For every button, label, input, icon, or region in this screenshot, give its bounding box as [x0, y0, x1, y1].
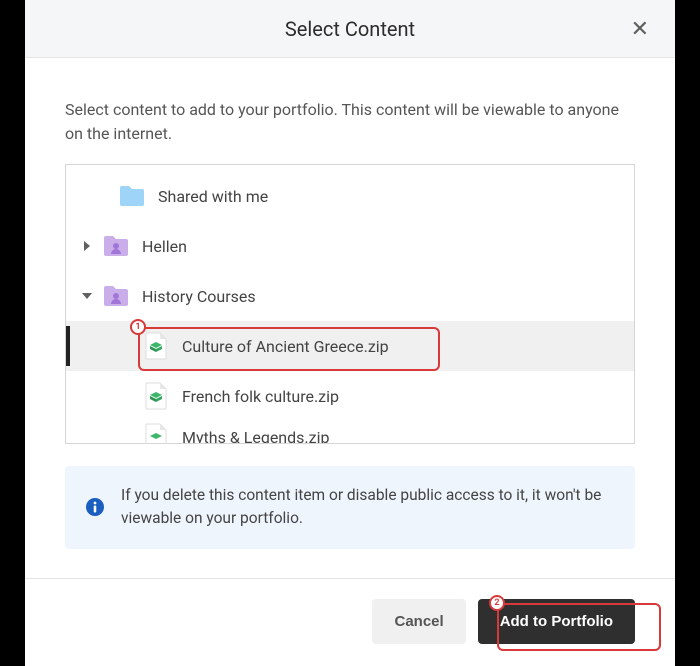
- tree-scroll[interactable]: Shared with me Hellen: [66, 165, 634, 443]
- package-file-icon: [142, 332, 170, 360]
- tree-item-french-folk-culture[interactable]: French folk culture.zip: [66, 371, 634, 421]
- close-button[interactable]: ✕: [623, 14, 657, 44]
- tree-item-shared-with-me[interactable]: Shared with me: [66, 171, 634, 221]
- dialog-description: Select content to add to your portfolio.…: [65, 98, 635, 146]
- dialog-title: Select Content: [285, 17, 415, 41]
- tree-item-label: Myths & Legends.zip: [182, 428, 329, 444]
- package-file-icon: [142, 382, 170, 410]
- chevron-down-icon[interactable]: [78, 291, 96, 301]
- tree-item-label: History Courses: [142, 287, 256, 306]
- chevron-right-icon[interactable]: [78, 241, 96, 251]
- cancel-button[interactable]: Cancel: [372, 599, 465, 644]
- tree-item-culture-ancient-greece[interactable]: Culture of Ancient Greece.zip: [66, 321, 634, 371]
- dialog-header: Select Content ✕: [25, 0, 675, 58]
- shared-folder-icon: [102, 232, 130, 260]
- folder-icon: [118, 182, 146, 210]
- add-to-portfolio-button[interactable]: Add to Portfolio: [478, 599, 635, 644]
- info-text: If you delete this content item or disab…: [121, 484, 615, 531]
- tree-item-label: Culture of Ancient Greece.zip: [182, 337, 389, 356]
- tree-item-label: French folk culture.zip: [182, 387, 339, 406]
- package-file-icon: [142, 423, 170, 443]
- tree-item-hellen[interactable]: Hellen: [66, 221, 634, 271]
- tree-item-history-courses[interactable]: History Courses: [66, 271, 634, 321]
- shared-folder-icon: [102, 282, 130, 310]
- dialog-body: Select content to add to your portfolio.…: [25, 58, 675, 578]
- info-banner: If you delete this content item or disab…: [65, 466, 635, 549]
- info-icon: [85, 497, 105, 517]
- close-icon: ✕: [631, 16, 649, 41]
- content-tree: Shared with me Hellen: [65, 164, 635, 444]
- tree-item-label: Hellen: [142, 237, 187, 256]
- tree-item-label: Shared with me: [158, 187, 268, 206]
- select-content-dialog: Select Content ✕ Select content to add t…: [25, 0, 675, 666]
- dialog-footer: Cancel Add to Portfolio: [25, 578, 675, 666]
- tree-item-myths-legends[interactable]: Myths & Legends.zip: [66, 421, 634, 443]
